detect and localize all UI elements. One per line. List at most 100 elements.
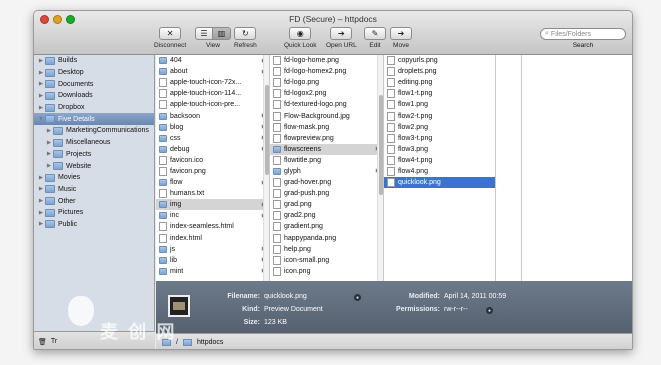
- sidebar-item[interactable]: ▶ Music: [34, 184, 154, 196]
- sidebar-item[interactable]: ▶ Dropbox: [34, 102, 154, 114]
- file-row[interactable]: flow3-t.png: [384, 133, 495, 144]
- file-row[interactable]: help.png: [270, 244, 383, 255]
- sidebar-item[interactable]: ▶ Downloads: [34, 90, 154, 102]
- path-current[interactable]: httpdocs: [197, 339, 223, 346]
- file-row[interactable]: flowscreens▶: [270, 143, 383, 155]
- disclosure-triangle-icon[interactable]: ▶: [37, 175, 45, 181]
- file-row[interactable]: favicon.png: [156, 166, 269, 177]
- move-button[interactable]: ➔ Move: [390, 27, 412, 49]
- file-row[interactable]: css▶: [156, 133, 269, 144]
- disclosure-triangle-icon[interactable]: ▶: [37, 198, 45, 204]
- sidebar-item[interactable]: ▶ Builds: [34, 55, 154, 67]
- sidebar-item[interactable]: ▶ Pictures: [34, 207, 154, 219]
- disclosure-triangle-icon[interactable]: ▶: [37, 210, 45, 216]
- search-field[interactable]: ⌕ Files/Folders Search: [540, 28, 626, 49]
- sidebar-item[interactable]: ▶ Other: [34, 195, 154, 207]
- disclosure-triangle-icon[interactable]: ▶: [45, 151, 53, 157]
- permissions-edit-icon[interactable]: ●: [486, 307, 493, 314]
- file-row[interactable]: happypanda.png: [270, 233, 383, 244]
- file-row[interactable]: icon-small.png: [270, 255, 383, 266]
- view-switcher[interactable]: ☰ ▥ View: [195, 27, 231, 49]
- disclosure-triangle-icon[interactable]: ▶: [45, 128, 53, 134]
- disclosure-triangle-icon[interactable]: ▶: [37, 221, 45, 227]
- list-view-icon[interactable]: ☰: [195, 27, 213, 40]
- search-input[interactable]: ⌕ Files/Folders: [540, 28, 626, 40]
- file-row[interactable]: grad2.png: [270, 210, 383, 221]
- file-row[interactable]: flow2-t.png: [384, 110, 495, 121]
- file-row[interactable]: index-seamless.html: [156, 221, 269, 232]
- disclosure-triangle-icon[interactable]: ▶: [37, 81, 45, 87]
- file-row[interactable]: flowpreview.png: [270, 133, 383, 144]
- disconnect-button[interactable]: ✕ Disconnect: [154, 27, 186, 49]
- file-row[interactable]: fd-logox2.png: [270, 88, 383, 99]
- file-row[interactable]: about▶: [156, 66, 269, 77]
- file-row[interactable]: blog▶: [156, 122, 269, 133]
- file-row[interactable]: apple-touch-icon-pre...: [156, 99, 269, 110]
- file-row[interactable]: flow4.png: [384, 166, 495, 177]
- refresh-button[interactable]: ↻ Refresh: [234, 27, 257, 49]
- file-row[interactable]: grad-hover.png: [270, 177, 383, 188]
- sidebar-item[interactable]: ▶ Documents: [34, 78, 154, 90]
- disclosure-triangle-icon[interactable]: ▶: [37, 58, 45, 64]
- sidebar-item[interactable]: ▶ Website: [34, 160, 154, 172]
- file-row[interactable]: grad-push.png: [270, 188, 383, 199]
- sidebar-item[interactable]: ▼ Five Details: [34, 113, 154, 126]
- file-row[interactable]: fd-textured-logo.png: [270, 99, 383, 110]
- disclosure-triangle-icon[interactable]: ▶: [37, 70, 45, 76]
- disclosure-triangle-icon[interactable]: ▶: [37, 105, 45, 111]
- file-row[interactable]: img▶: [156, 199, 269, 211]
- disclosure-triangle-icon[interactable]: ▼: [37, 116, 45, 122]
- file-row[interactable]: flow2.png: [384, 122, 495, 133]
- sidebar-item[interactable]: ▶ Miscellaneous: [34, 137, 154, 149]
- disclosure-triangle-icon[interactable]: ▶: [37, 93, 45, 99]
- open-url-button[interactable]: ➔ Open URL: [326, 27, 357, 49]
- file-row[interactable]: fd-logo.png: [270, 77, 383, 88]
- disclosure-triangle-icon[interactable]: ▶: [45, 140, 53, 146]
- file-row[interactable]: grad.png: [270, 199, 383, 210]
- file-row[interactable]: mint▶: [156, 266, 269, 277]
- file-row[interactable]: glyph▶: [270, 166, 383, 177]
- file-row[interactable]: 404▶: [156, 55, 269, 66]
- file-row[interactable]: favicon.ico: [156, 155, 269, 166]
- file-row[interactable]: flow3.png: [384, 144, 495, 155]
- file-row[interactable]: flow1.png: [384, 99, 495, 110]
- file-row[interactable]: droplets.png: [384, 66, 495, 77]
- disclosure-triangle-icon[interactable]: ▶: [37, 186, 45, 192]
- file-row[interactable]: index.html: [156, 233, 269, 244]
- file-row[interactable]: inc▶: [156, 210, 269, 221]
- sidebar-item[interactable]: ▶ MarketingCommunications: [34, 125, 154, 137]
- edit-button[interactable]: ✎ Edit: [364, 27, 386, 49]
- file-row[interactable]: flow1-t.png: [384, 88, 495, 99]
- file-row[interactable]: humans.txt: [156, 188, 269, 199]
- file-row[interactable]: fd-logo-homex2.png: [270, 66, 383, 77]
- file-row[interactable]: flow4-t.png: [384, 155, 495, 166]
- column-1-scrollbar[interactable]: [263, 55, 269, 281]
- quick-look-button[interactable]: ◉ Quick Look: [284, 27, 317, 49]
- file-row[interactable]: gradient.png: [270, 221, 383, 232]
- file-row[interactable]: icon.png: [270, 266, 383, 277]
- file-row[interactable]: flowtitle.png: [270, 155, 383, 166]
- file-row[interactable]: flow▶: [156, 177, 269, 188]
- trash-icon[interactable]: 🗑: [38, 338, 47, 346]
- file-row[interactable]: lib▶: [156, 255, 269, 266]
- file-row[interactable]: backsoon▶: [156, 110, 269, 121]
- sidebar-item[interactable]: ▶ Public: [34, 219, 154, 231]
- column-2-scrollbar[interactable]: [377, 55, 383, 281]
- file-row[interactable]: fd-logo-home.png: [270, 55, 383, 66]
- sidebar-item[interactable]: ▶ Movies: [34, 172, 154, 184]
- file-row[interactable]: Flow-Background.jpg: [270, 110, 383, 121]
- column-view-icon[interactable]: ▥: [213, 27, 231, 40]
- file-row[interactable]: editing.png: [384, 77, 495, 88]
- file-row[interactable]: apple-touch-icon-72x...: [156, 77, 269, 88]
- file-row[interactable]: quicklook.png: [384, 177, 495, 189]
- sidebar-item[interactable]: ▶ Desktop: [34, 67, 154, 79]
- file-row[interactable]: copyurls.png: [384, 55, 495, 66]
- file-row[interactable]: debug▶: [156, 144, 269, 155]
- file-row[interactable]: js▶: [156, 244, 269, 255]
- disclosure-triangle-icon[interactable]: ▶: [45, 163, 53, 169]
- file-name: flowtitle.png: [284, 156, 321, 164]
- file-row[interactable]: apple-touch-icon-114...: [156, 88, 269, 99]
- sidebar-item[interactable]: ▶ Projects: [34, 149, 154, 161]
- current-folder-icon[interactable]: [182, 339, 192, 346]
- file-row[interactable]: flow-mask.png: [270, 122, 383, 133]
